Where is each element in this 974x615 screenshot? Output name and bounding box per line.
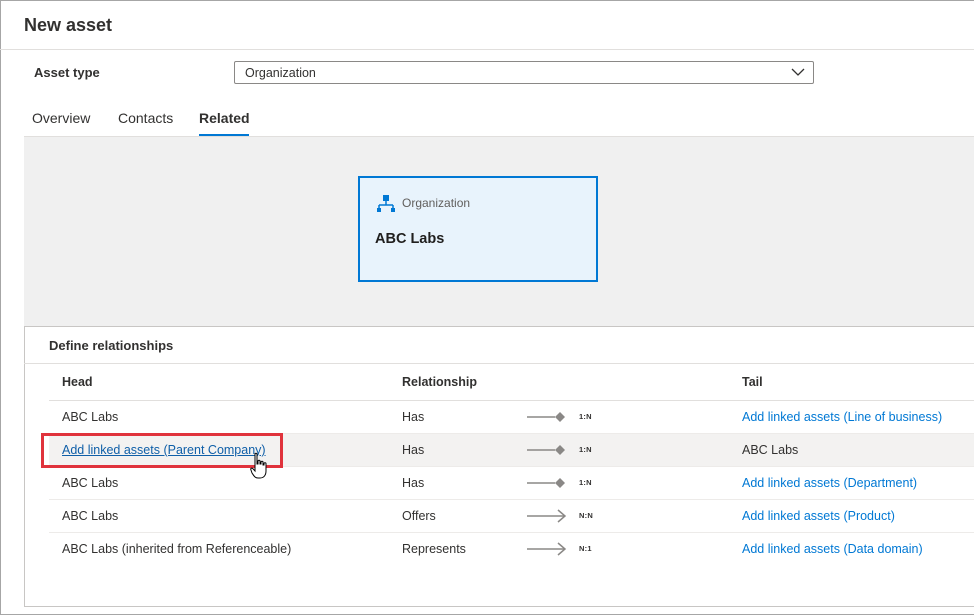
row-head: ABC Labs (inherited from Referenceable) xyxy=(62,542,292,556)
cardinality-label: 1:N xyxy=(579,478,592,487)
asset-type-label: Asset type xyxy=(34,65,100,80)
relationships-title: Define relationships xyxy=(49,338,174,353)
arrow-connector-icon xyxy=(527,542,567,556)
row-relationship: Has xyxy=(402,476,425,490)
add-linked-assets-link[interactable]: Add linked assets (Data domain) xyxy=(742,542,923,556)
add-linked-assets-link[interactable]: Add linked assets (Line of business) xyxy=(742,410,942,424)
chevron-down-icon xyxy=(791,68,805,76)
node-name: ABC Labs xyxy=(375,231,445,247)
title-bar: New asset xyxy=(0,0,974,50)
tab-overview[interactable]: Overview xyxy=(32,110,90,126)
column-header-relationship: Relationship xyxy=(402,375,478,389)
cardinality-label: N:N xyxy=(579,511,593,520)
page-title: New asset xyxy=(24,15,113,35)
column-header-head: Head xyxy=(62,375,93,389)
node-type-label: Organization xyxy=(402,196,471,210)
table-row: ABC Labs Has 1:N Add linked assets (Depa… xyxy=(49,467,974,500)
asset-type-dropdown[interactable]: Organization xyxy=(234,61,814,84)
one-to-many-connector-icon xyxy=(527,478,565,488)
column-header-tail: Tail xyxy=(742,375,763,389)
tab-related[interactable]: Related xyxy=(199,110,250,126)
one-to-many-connector-icon xyxy=(527,445,565,455)
cardinality-label: N:1 xyxy=(579,544,592,553)
table-row: ABC Labs Offers N:N Add linked assets (P… xyxy=(49,500,974,533)
row-head: ABC Labs xyxy=(62,410,119,424)
tab-contacts[interactable]: Contacts xyxy=(118,110,173,126)
add-linked-assets-link[interactable]: Add linked assets (Product) xyxy=(742,509,895,523)
add-linked-assets-link[interactable]: Add linked assets (Department) xyxy=(742,476,917,490)
row-tail: ABC Labs xyxy=(742,443,799,457)
highlight-annotation-box xyxy=(41,433,283,468)
row-relationship: Offers xyxy=(402,509,436,523)
row-head: ABC Labs xyxy=(62,509,119,523)
table-row: ABC Labs Has 1:N Add linked assets (Line… xyxy=(49,401,974,434)
asset-node-card[interactable]: Organization ABC Labs xyxy=(358,176,598,282)
row-relationship: Has xyxy=(402,443,425,457)
divider xyxy=(24,363,974,364)
organization-icon xyxy=(377,195,395,212)
asset-type-selected-value: Organization xyxy=(245,66,316,80)
one-to-many-connector-icon xyxy=(527,412,565,422)
cardinality-label: 1:N xyxy=(579,412,592,421)
hand-pointer-cursor-icon xyxy=(250,452,267,479)
row-head: ABC Labs xyxy=(62,476,119,490)
row-relationship: Has xyxy=(402,410,425,424)
arrow-connector-icon xyxy=(527,509,567,523)
row-relationship: Represents xyxy=(402,542,466,556)
table-row: ABC Labs (inherited from Referenceable) … xyxy=(49,533,974,566)
cardinality-label: 1:N xyxy=(579,445,592,454)
